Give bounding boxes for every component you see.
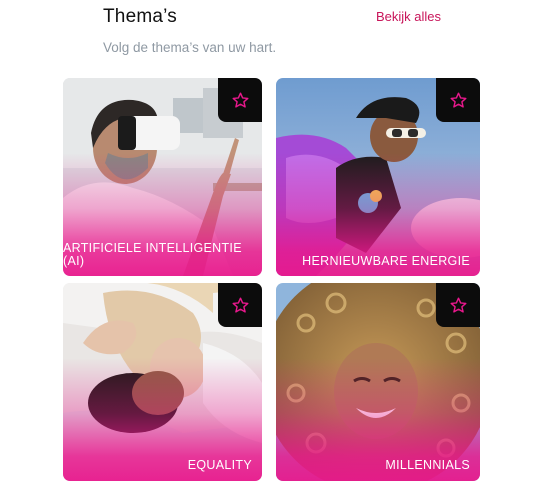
- star-outline-icon: [450, 297, 466, 313]
- theme-card-label: Millennials: [385, 458, 470, 472]
- favorite-button[interactable]: [436, 283, 480, 327]
- favorite-button[interactable]: [218, 283, 262, 327]
- theme-card-millennials[interactable]: Millennials: [276, 283, 480, 481]
- theme-card-label: Hernieuwbare energie: [302, 254, 470, 268]
- star-outline-icon: [232, 297, 248, 313]
- theme-card-equality[interactable]: Equality: [63, 283, 262, 481]
- star-outline-icon: [232, 92, 248, 108]
- section-title: Thema’s: [103, 6, 177, 27]
- theme-card-label: Artificiele intelligentie (AI): [63, 241, 242, 268]
- theme-card-label: Equality: [187, 458, 252, 472]
- theme-card-ai[interactable]: Artificiele intelligentie (AI): [63, 78, 262, 276]
- favorite-button[interactable]: [436, 78, 480, 122]
- star-outline-icon: [450, 92, 466, 108]
- see-all-link[interactable]: Bekijk alles: [376, 9, 441, 24]
- themes-section: Thema’s Bekijk alles Volg de thema’s van…: [0, 0, 536, 490]
- favorite-button[interactable]: [218, 78, 262, 122]
- theme-card-renewable-energy[interactable]: Hernieuwbare energie: [276, 78, 480, 276]
- section-subtitle: Volg de thema’s van uw hart.: [103, 40, 277, 55]
